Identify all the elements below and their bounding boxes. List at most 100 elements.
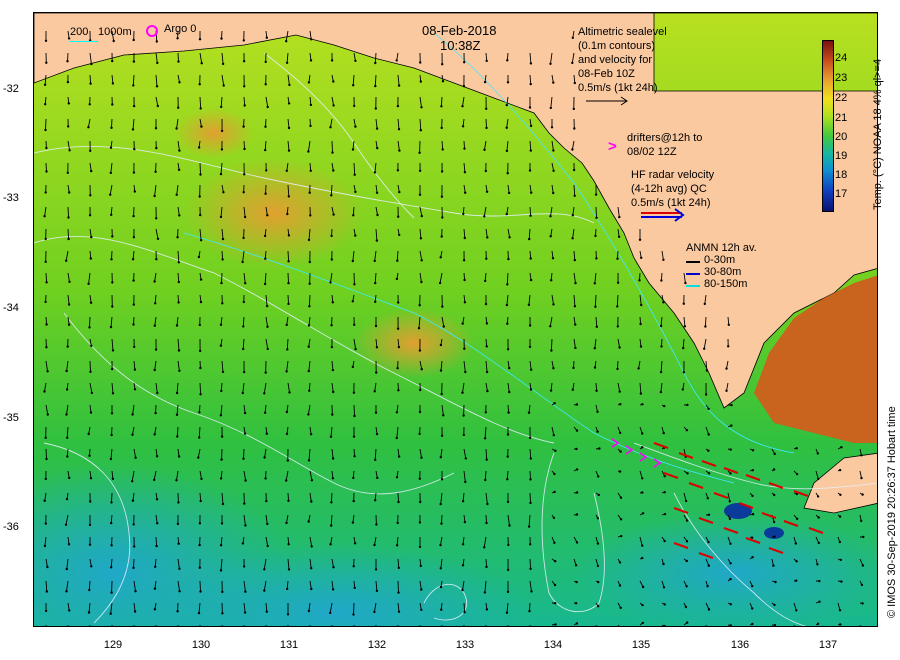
velocity-vector-head <box>351 365 354 369</box>
velocity-vector-head <box>554 623 557 626</box>
velocity-vector-head <box>110 544 113 547</box>
velocity-vector-head <box>89 370 92 373</box>
velocity-vector-head <box>65 259 68 262</box>
velocity-vector-head <box>397 500 400 504</box>
velocity-vector-head <box>663 475 666 478</box>
velocity-vector-head <box>464 191 467 194</box>
velocity-vector-head <box>242 39 245 42</box>
velocity-vector-head <box>549 235 552 238</box>
velocity-vector-head <box>132 214 135 218</box>
cb-label-20: 20 <box>835 131 848 143</box>
velocity-vector-head <box>373 610 376 614</box>
colorbar <box>822 40 834 212</box>
velocity-vector-head <box>730 403 733 407</box>
velocity-vector-head <box>861 564 865 567</box>
velocity-vector-head <box>198 38 202 41</box>
velocity-vector-head <box>197 456 200 459</box>
velocity-vector-head <box>374 499 377 502</box>
velocity-vector-head <box>132 323 135 326</box>
velocity-vector-head <box>485 345 488 348</box>
velocity-vector-head <box>772 520 776 524</box>
velocity-vector <box>704 316 707 327</box>
velocity-vector-head <box>266 522 269 526</box>
velocity-vector-head <box>198 543 201 547</box>
velocity-vector-head <box>527 525 531 528</box>
velocity-vector-head <box>177 542 180 545</box>
velocity-vector <box>331 140 333 153</box>
velocity-vector-head <box>199 173 202 176</box>
velocity-vector-head <box>353 173 356 176</box>
velocity-vector-head <box>553 490 556 494</box>
velocity-vector <box>199 382 202 395</box>
velocity-vector-head <box>177 280 180 284</box>
velocity-vector-head <box>66 171 69 174</box>
velocity-vector-head <box>88 454 91 457</box>
velocity-vector-head <box>440 522 443 525</box>
velocity-vector-head <box>439 502 442 506</box>
velocity-vector-head <box>68 609 71 612</box>
velocity-vector-head <box>88 588 91 592</box>
velocity-vector-head <box>90 169 93 173</box>
velocity-vector-head <box>153 324 156 327</box>
velocity-vector-head <box>330 324 333 327</box>
velocity-vector-head <box>331 588 335 591</box>
velocity-vector-head <box>308 389 311 392</box>
velocity-vector-head <box>660 279 663 282</box>
velocity-vector-head <box>88 543 92 546</box>
velocity-vector-head <box>198 522 202 525</box>
velocity-vector-head <box>266 105 269 109</box>
velocity-vector-head <box>595 389 598 392</box>
velocity-vector-head <box>527 303 531 306</box>
velocity-vector-head <box>397 610 401 613</box>
velocity-vector-head <box>593 347 596 350</box>
velocity-vector-head <box>707 407 710 410</box>
velocity-vector-head <box>659 324 663 328</box>
velocity-vector-head <box>816 495 820 498</box>
velocity-vector-head <box>439 456 442 459</box>
velocity-vector-head <box>528 324 532 327</box>
warm-patch-1 <box>184 158 364 268</box>
velocity-vector-head <box>639 392 643 395</box>
velocity-vector-head <box>198 411 201 414</box>
velocity-vector-head <box>241 542 245 545</box>
velocity-vector-head <box>818 579 821 583</box>
velocity-vector-head <box>619 450 622 453</box>
velocity-vector-head <box>111 281 114 284</box>
velocity-vector-head <box>598 447 601 450</box>
velocity-vector-head <box>88 103 91 106</box>
velocity-vector-head <box>176 610 179 613</box>
velocity-vector-head <box>571 388 574 391</box>
velocity-vector-head <box>463 236 466 240</box>
velocity-vector-head <box>659 390 663 394</box>
velocity-vector-head <box>575 541 579 544</box>
velocity-vector-head <box>133 368 137 371</box>
velocity-vector-head <box>45 346 48 349</box>
velocity-vector-head <box>730 424 733 427</box>
velocity-vector <box>529 602 531 612</box>
velocity-vector-head <box>641 621 644 625</box>
velocity-vector-head <box>243 104 246 107</box>
velocity-vector-head <box>484 279 487 283</box>
velocity-vector-head <box>220 281 223 285</box>
velocity-vector-head <box>330 59 334 62</box>
velocity-vector-head <box>353 455 356 458</box>
velocity-vector-head <box>375 523 378 526</box>
velocity-vector-head <box>706 585 709 588</box>
velocity-vector-head <box>176 37 179 40</box>
velocity-vector-head <box>729 472 732 475</box>
velocity-vector-head <box>706 497 709 500</box>
velocity-vector <box>550 338 553 351</box>
drifters-line-1: drifters@12h to <box>627 132 703 144</box>
altimetry-line-3: and velocity for <box>578 54 652 66</box>
velocity-vector-head <box>285 40 288 43</box>
velocity-vector-head <box>243 215 247 219</box>
velocity-vector-head <box>682 371 686 374</box>
velocity-vector-head <box>618 390 621 393</box>
velocity-vector-head <box>575 447 578 451</box>
velocity-vector-head <box>286 613 290 616</box>
velocity-vector-head <box>90 565 93 568</box>
velocity-vector-head <box>133 610 137 613</box>
velocity-vector-head <box>795 560 798 563</box>
velocity-vector-head <box>131 413 134 416</box>
velocity-vector-head <box>330 524 333 527</box>
